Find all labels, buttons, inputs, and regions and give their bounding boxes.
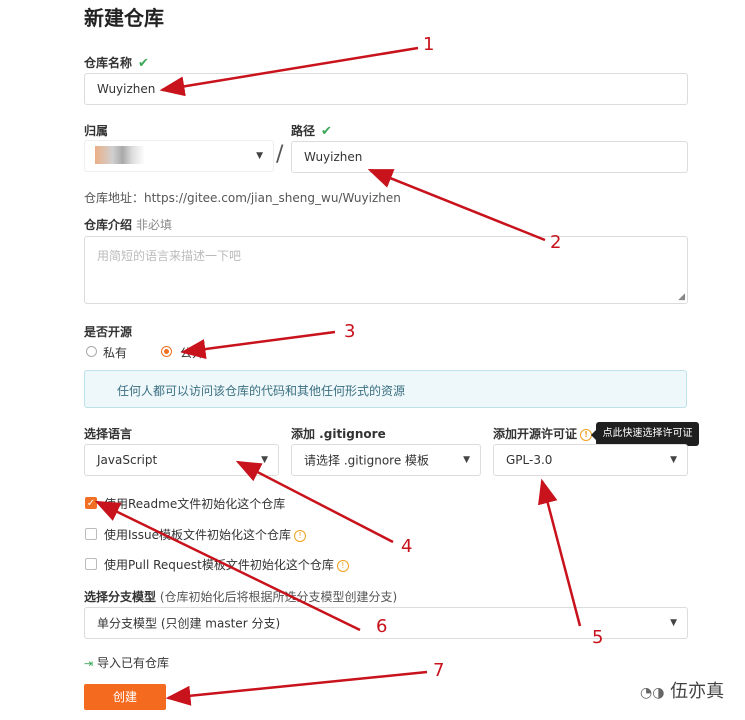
annotation-arrow-4: [235, 460, 394, 544]
annotation-label-7: 7: [433, 660, 445, 681]
annotation-arrow-2: [367, 168, 546, 242]
annotation-label-2: 2: [550, 232, 562, 253]
annotation-label-6: 6: [376, 616, 388, 637]
annotation-arrow-6: [94, 500, 361, 632]
annotation-arrow-7: [165, 670, 428, 706]
annotation-arrow-1: [159, 46, 419, 97]
annotation-label-1: 1: [423, 34, 435, 55]
annotation-arrow-3: [180, 330, 336, 359]
annotation-label-3: 3: [344, 321, 356, 342]
annotation-arrow-5: [538, 478, 582, 627]
annotation-arrows: [94, 46, 582, 706]
annotation-label-5: 5: [592, 627, 604, 648]
annotation-label-4: 4: [401, 536, 413, 557]
